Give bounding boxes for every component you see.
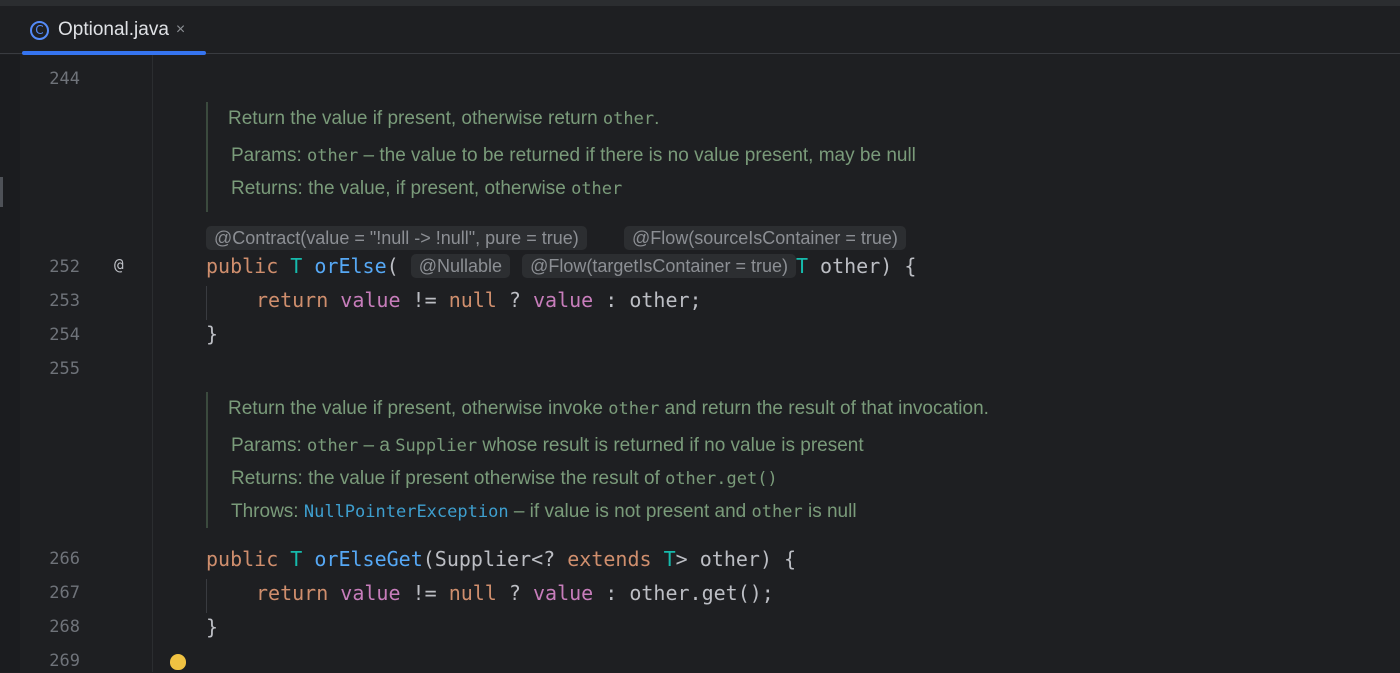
indent-guide: [206, 286, 207, 320]
code-line-267[interactable]: return value != null ? value : other.get…: [256, 579, 774, 607]
doc-text: – a: [358, 435, 396, 456]
doc-text: whose result is returned if no value is …: [477, 435, 864, 456]
line-number: 268: [49, 617, 80, 637]
code-text: !=: [400, 288, 449, 312]
doc-code: Supplier: [395, 436, 478, 456]
code-line-266[interactable]: public T orElseGet(Supplier<? extends T>…: [206, 545, 796, 573]
doc-throws: Throws: NullPointerException – if value …: [231, 501, 857, 523]
flow-target-annotation-hint[interactable]: @Flow(targetIsContainer = true): [522, 254, 796, 278]
code-text: (Supplier<?: [422, 547, 568, 571]
scroll-marker: [0, 177, 3, 207]
keyword: return: [256, 581, 329, 605]
doc-code: other: [307, 436, 359, 456]
doc-returns: Returns: the value if present otherwise …: [231, 468, 778, 490]
method-name: orElse: [314, 254, 387, 278]
keyword: extends: [567, 547, 652, 571]
code-text: : other.get();: [593, 581, 774, 605]
doc-code: other: [751, 502, 803, 522]
tab-optional-java[interactable]: C Optional.java ×: [22, 6, 206, 55]
doc-text: – the value to be returned if there is n…: [358, 145, 916, 166]
field-name: value: [532, 581, 594, 605]
doc-tag: Params:: [231, 145, 302, 166]
doc-code: other: [571, 179, 623, 199]
indent-guide: [206, 579, 207, 613]
line-number: 267: [49, 583, 80, 603]
keyword: null: [448, 581, 497, 605]
field-name: value: [340, 288, 401, 312]
code-text: other) {: [808, 254, 917, 278]
code-line-254[interactable]: }: [206, 320, 218, 348]
flow-annotation-hint[interactable]: @Flow(sourceIsContainer = true): [624, 226, 906, 250]
doc-exception-link[interactable]: NullPointerException: [304, 502, 509, 522]
doc-text: – if value is not present and: [508, 501, 752, 522]
type-name: T: [795, 254, 809, 278]
doc-text: is null: [802, 501, 857, 522]
line-number: 244: [49, 69, 80, 89]
doc-text: and return the result of that invocation…: [659, 398, 989, 419]
doc-text: Return the value if present, otherwise i…: [228, 398, 609, 419]
line-number: 252: [49, 257, 80, 277]
code-text: > other) {: [675, 547, 797, 571]
doc-returns: Returns: the value, if present, otherwis…: [231, 178, 622, 200]
doc-code: other: [602, 109, 655, 129]
code-text: !=: [400, 581, 449, 605]
doc-summary: Return the value if present, otherwise r…: [228, 108, 659, 130]
gutter-separator: [152, 55, 153, 672]
class-icon: C: [30, 20, 49, 40]
line-number: 255: [49, 359, 80, 379]
code-text: ?: [496, 581, 533, 605]
method-name: orElseGet: [314, 547, 423, 571]
code-line-253[interactable]: return value != null ? value : other;: [256, 286, 702, 314]
line-number: 253: [49, 291, 80, 311]
punctuation: (: [386, 254, 399, 278]
type-name: T: [290, 547, 303, 571]
line-number: 254: [49, 325, 80, 345]
editor-tab-bar: C Optional.java ×: [0, 6, 1400, 55]
doc-text: .: [654, 108, 660, 129]
active-tab-indicator: [22, 51, 206, 55]
doc-params: Params: other – the value to be returned…: [231, 145, 916, 167]
doc-params: Params: other – a Supplier whose result …: [231, 435, 864, 457]
code-text: ?: [496, 288, 533, 312]
doc-code: other: [307, 146, 359, 166]
code-line-252[interactable]: public T orElse( @Nullable @Flow(targetI…: [206, 252, 916, 280]
doc-text: the value, if present, otherwise: [308, 178, 572, 199]
doc-tag: Params:: [231, 435, 302, 456]
doc-text: the value if present otherwise the resul…: [308, 468, 666, 489]
keyword: return: [256, 288, 329, 312]
field-name: value: [532, 288, 594, 312]
type-name: T: [290, 254, 303, 278]
code-text: : other;: [593, 288, 702, 312]
doc-tag: Returns:: [231, 468, 303, 489]
keyword: public: [206, 254, 279, 278]
keyword: null: [448, 288, 497, 312]
contract-annotation-hint[interactable]: @Contract(value = "!null -> !null", pure…: [206, 226, 587, 250]
type-name: T: [663, 547, 676, 571]
nullable-annotation-hint[interactable]: @Nullable: [410, 254, 511, 278]
tab-label: Optional.java: [58, 19, 169, 40]
code-line-268[interactable]: }: [206, 613, 218, 641]
field-name: value: [340, 581, 401, 605]
implementation-at-icon[interactable]: @: [114, 255, 124, 274]
rendered-javadoc-orelseget[interactable]: Return the value if present, otherwise i…: [206, 392, 989, 528]
keyword: public: [206, 547, 279, 571]
doc-code: other: [608, 399, 660, 419]
lightbulb-icon[interactable]: [170, 654, 186, 670]
line-number: 269: [49, 651, 80, 671]
doc-tag: Returns:: [231, 178, 303, 199]
doc-code: other.get(): [665, 469, 778, 489]
left-tool-strip: [0, 55, 20, 672]
doc-tag: Throws:: [231, 501, 299, 522]
doc-summary: Return the value if present, otherwise i…: [228, 398, 989, 420]
rendered-javadoc-orelse[interactable]: Return the value if present, otherwise r…: [206, 102, 916, 212]
close-icon[interactable]: ×: [176, 21, 185, 39]
line-number: 266: [49, 549, 80, 569]
doc-text: Return the value if present, otherwise r…: [228, 108, 603, 129]
